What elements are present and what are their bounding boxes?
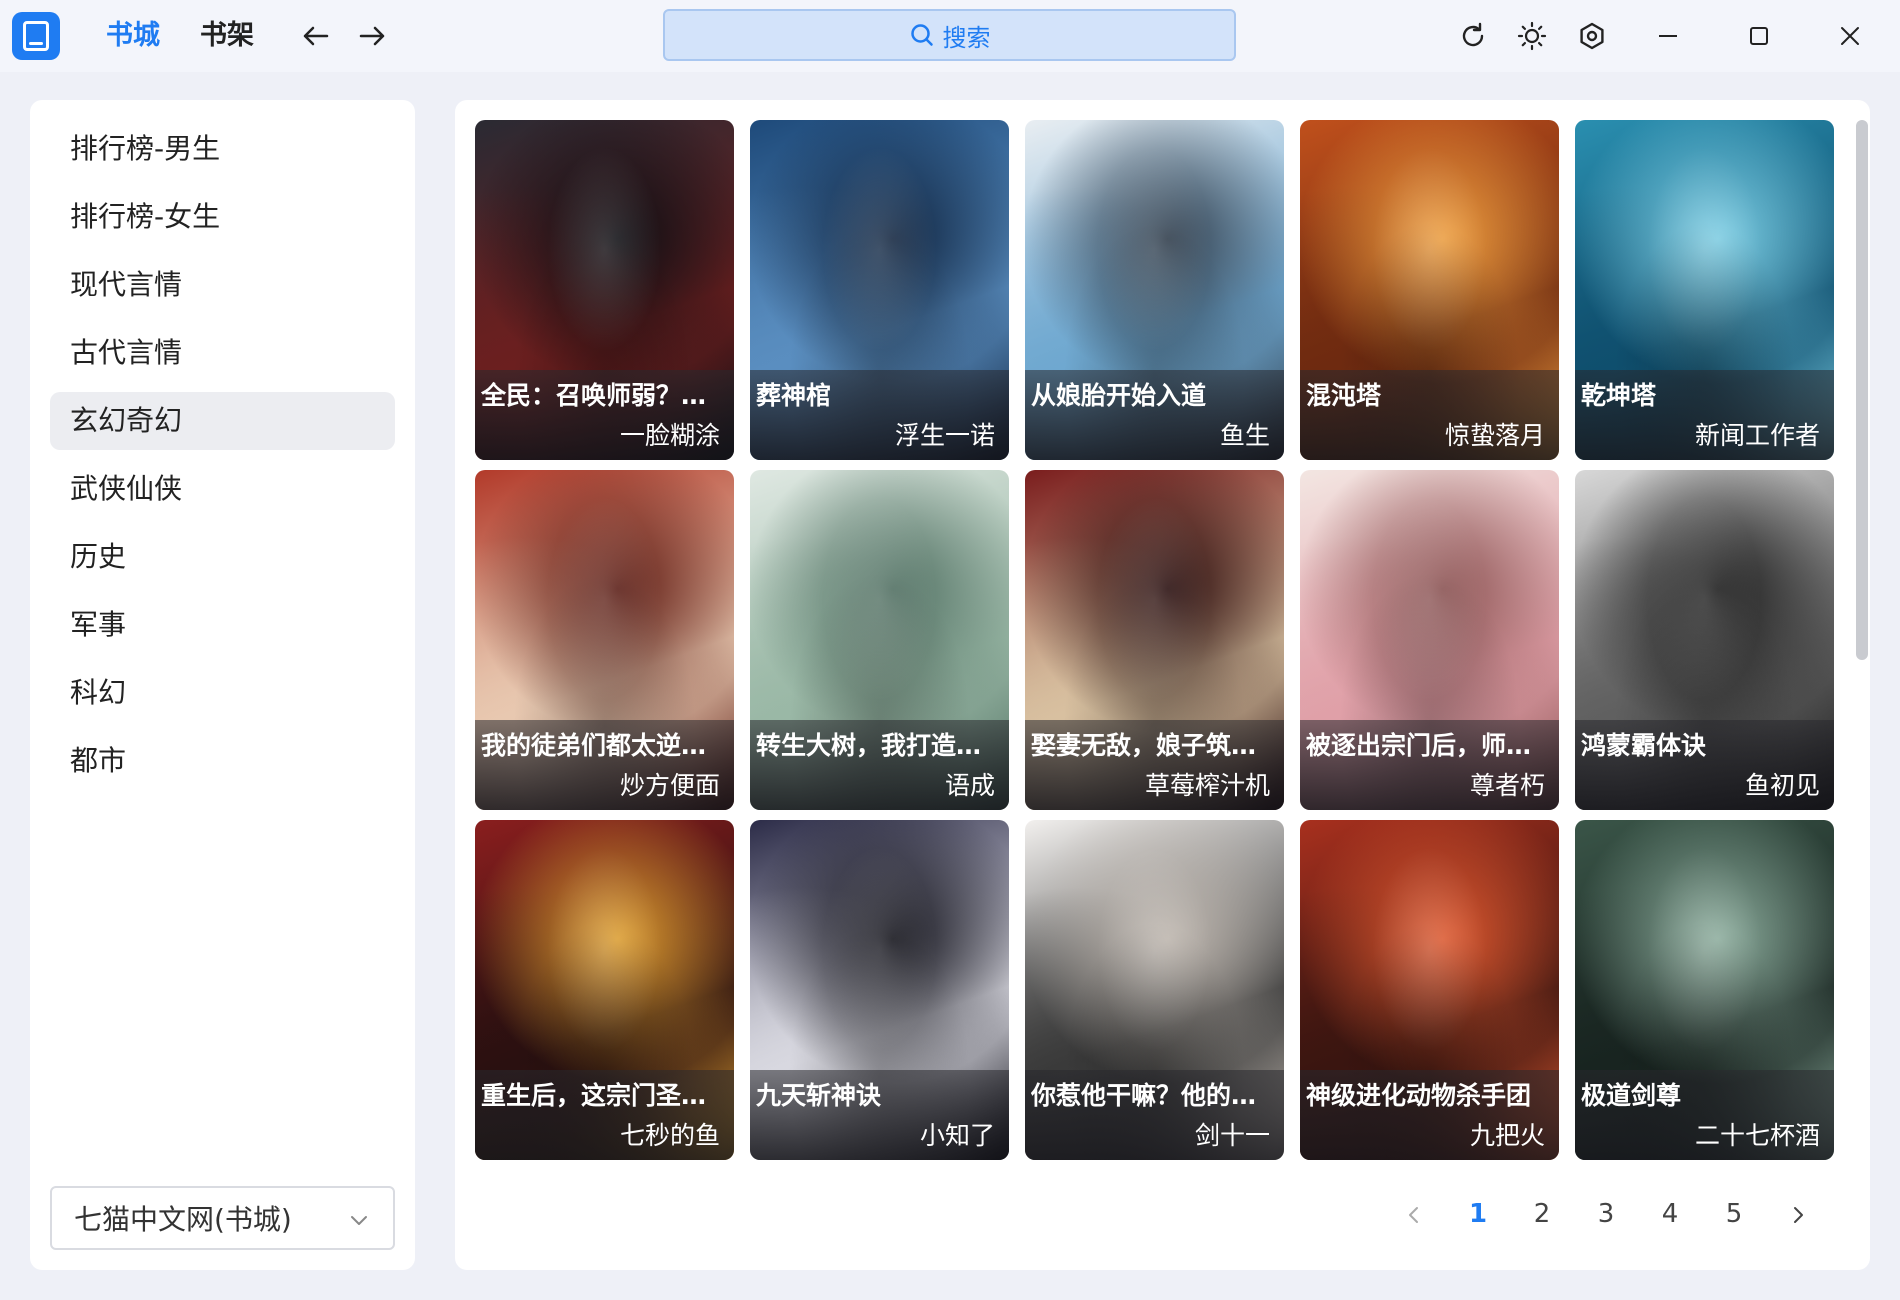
minimize-icon [1659,35,1677,37]
book-card[interactable]: 极道剑尊 二十七杯酒 [1575,820,1834,1160]
pagination: 1 2 3 4 5 [1382,1194,1830,1234]
book-author: 语成 [944,771,995,800]
book-author: 鱼生 [1219,421,1270,450]
book-author: 九把火 [1469,1121,1545,1150]
book-title: 你惹他干嘛？他的徒弟都成仙帝了 [1031,1081,1274,1110]
category-sidebar: 排行榜-男生 排行榜-女生 现代言情 古代言情 玄幻奇幻 武侠仙侠 历史 军事 … [30,100,415,1270]
book-card[interactable]: 鸿蒙霸体诀鱼初见 [1575,470,1834,810]
category-item-modern-romance[interactable]: 现代言情 [50,256,395,314]
close-icon [1841,27,1859,45]
book-title: 九天斩神诀 [756,1081,882,1110]
book-title: 娶妻无敌，娘子筑基了 [1031,731,1274,760]
category-item-ancient-romance[interactable]: 古代言情 [50,324,395,382]
category-item-urban[interactable]: 都市 [50,732,395,790]
category-item-rank-male[interactable]: 排行榜-男生 [50,120,395,178]
chevron-down-icon [351,1216,367,1225]
book-author: 鱼初见 [1744,771,1820,800]
category-item-rank-female[interactable]: 排行榜-女生 [50,188,395,246]
book-card[interactable]: 娶妻无敌，娘子筑基了草莓榨汁机 [1025,470,1284,810]
minimize-button[interactable] [1646,14,1690,58]
book-author: 草莓榨汁机 [1144,771,1270,800]
book-author: 惊蛰落月 [1444,421,1545,450]
search-button[interactable]: 搜索 [663,9,1236,61]
next-page-button[interactable] [1766,1194,1830,1234]
category-item-fantasy[interactable]: 玄幻奇幻 [50,392,395,450]
app-window: 书城 书架 搜索 排行榜-男生 排行榜-女生 现代言情 古代言情 玄幻奇幻 武侠… [0,0,1900,1300]
book-author: 七秒的鱼 [619,1121,720,1150]
source-select-value: 七猫中文网(书城) [74,1203,292,1236]
book-title: 从娘胎开始入道 [1031,381,1207,410]
book-card[interactable]: 重生后，这宗门圣子我不当了七秒的鱼 [475,820,734,1160]
book-title: 鸿蒙霸体诀 [1581,731,1707,760]
theme-button[interactable] [1510,14,1554,58]
book-card[interactable]: 我的徒弟们都太逆天了炒方便面 [475,470,734,810]
search-label: 搜索 [942,23,991,52]
book-card[interactable]: 你惹他干嘛？他的徒弟都成仙帝了剑十一 [1025,820,1284,1160]
page-button-1[interactable]: 1 [1446,1194,1510,1234]
category-item-history[interactable]: 历史 [50,528,395,586]
book-grid: 全民：召唤师弱？开局觉醒一脸糊涂葬神棺浮生一诺从娘胎开始入道鱼生混沌塔惊蛰落月乾… [475,120,1834,1160]
book-card[interactable]: 葬神棺浮生一诺 [750,120,1009,460]
book-card[interactable]: 转生大树，我打造不朽神国语成 [750,470,1009,810]
source-select[interactable]: 七猫中文网(书城) [50,1186,395,1250]
book-card[interactable]: 乾坤塔新闻工作者 [1575,120,1834,460]
book-author: 一脸糊涂 [619,421,720,450]
close-button[interactable] [1828,14,1872,58]
book-title: 转生大树，我打造不朽神国 [756,731,999,760]
refresh-icon [1462,22,1484,47]
chevron-left-icon [1409,1206,1418,1223]
book-author: 浮生一诺 [894,421,995,450]
page-button-5[interactable]: 5 [1702,1194,1766,1234]
back-button[interactable] [296,16,336,56]
page-button-3[interactable]: 3 [1574,1194,1638,1234]
book-author: 尊者朽 [1469,771,1545,800]
book-author: 炒方便面 [619,771,720,800]
book-title: 极道剑尊 [1581,1081,1682,1110]
book-card[interactable]: 从娘胎开始入道 鱼生 [1025,120,1284,460]
page-button-4[interactable]: 4 [1638,1194,1702,1234]
scrollbar[interactable] [1856,120,1868,660]
book-title: 被逐出宗门后，师尊悔疯了 [1306,731,1549,760]
page-button-2[interactable]: 2 [1510,1194,1574,1234]
book-card[interactable]: 被逐出宗门后，师尊悔疯了尊者朽 [1300,470,1559,810]
category-item-military[interactable]: 军事 [50,596,395,654]
book-author: 剑十一 [1194,1121,1270,1150]
arrow-left-icon [303,26,329,46]
tab-bookshelf[interactable]: 书架 [200,14,254,58]
title-bar: 书城 书架 搜索 [0,0,1900,72]
book-title: 全民：召唤师弱？开局觉醒 [481,381,724,410]
search-icon [910,24,933,46]
category-item-scifi[interactable]: 科幻 [50,664,395,722]
book-list-panel: 全民：召唤师弱？开局觉醒一脸糊涂葬神棺浮生一诺从娘胎开始入道鱼生混沌塔惊蛰落月乾… [455,100,1870,1270]
book-title: 乾坤塔 [1581,381,1657,410]
book-author: 小知了 [919,1121,995,1150]
book-title: 神级进化动物杀手团 [1306,1081,1532,1110]
prev-page-button[interactable] [1382,1194,1446,1234]
arrow-right-icon [359,26,385,46]
book-title: 我的徒弟们都太逆天了 [481,731,724,760]
chevron-right-icon [1794,1206,1803,1223]
book-author: 新闻工作者 [1694,421,1820,450]
settings-icon [1580,22,1604,50]
book-card[interactable]: 全民：召唤师弱？开局觉醒一脸糊涂 [475,120,734,460]
sun-icon [1517,21,1547,51]
category-item-wuxia[interactable]: 武侠仙侠 [50,460,395,518]
book-title: 重生后，这宗门圣子我不当了 [481,1081,724,1110]
maximize-icon [1750,27,1768,45]
book-card[interactable]: 九天斩神诀小知了 [750,820,1009,1160]
book-title: 混沌塔 [1306,381,1382,410]
forward-button[interactable] [352,16,392,56]
tab-bookstore[interactable]: 书城 [106,14,160,58]
book-author: 二十七杯酒 [1694,1121,1820,1150]
maximize-button[interactable] [1737,14,1781,58]
refresh-button[interactable] [1451,14,1495,58]
book-card[interactable]: 混沌塔惊蛰落月 [1300,120,1559,460]
book-title: 葬神棺 [756,381,832,410]
settings-button[interactable] [1570,14,1614,58]
book-card[interactable]: 神级进化动物杀手团九把火 [1300,820,1559,1160]
book-icon[interactable] [12,12,60,60]
